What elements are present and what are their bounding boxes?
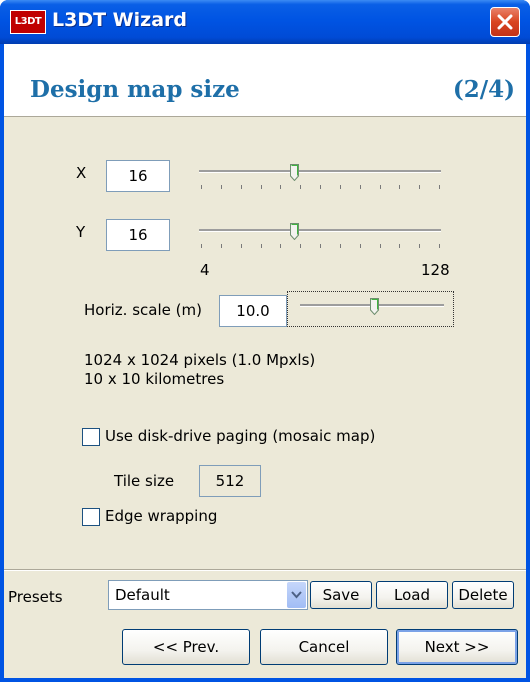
x-size-slider[interactable] — [199, 164, 441, 192]
paging-label[interactable]: Use disk-drive paging (mosaic map) — [105, 427, 375, 445]
slider-thumb[interactable] — [290, 223, 299, 240]
slider-tick — [380, 244, 381, 248]
distance-info: 10 x 10 kilometres — [84, 370, 225, 388]
slider-tick — [419, 244, 420, 248]
slider-tick — [280, 244, 281, 248]
slider-tick — [419, 185, 420, 189]
slider-track — [199, 170, 441, 173]
slider-tick — [221, 185, 222, 189]
slider-tick — [340, 185, 341, 189]
slider-tick — [320, 185, 321, 189]
slider-min-label: 4 — [200, 261, 210, 279]
slider-tick — [340, 244, 341, 248]
page-title: Design map size — [30, 76, 240, 103]
close-button[interactable] — [490, 7, 520, 37]
slider-tick — [201, 244, 202, 248]
slider-tick — [439, 244, 440, 248]
slider-tick — [380, 185, 381, 189]
tile-size-field: 512 — [199, 465, 261, 497]
dialog-client-area: Design map size (2/4) X 16 Y 16 4 128 Ho… — [4, 44, 526, 678]
next-button[interactable]: Next >> — [396, 629, 518, 665]
slider-thumb[interactable] — [290, 164, 299, 181]
horiz-scale-slider[interactable] — [300, 298, 444, 322]
slider-tick — [360, 185, 361, 189]
window-title: L3DT Wizard — [52, 9, 187, 31]
prev-button[interactable]: << Prev. — [122, 629, 250, 665]
step-indicator: (2/4) — [452, 76, 515, 103]
slider-tick — [399, 185, 400, 189]
presets-label: Presets — [8, 588, 63, 606]
wizard-header: Design map size (2/4) — [4, 44, 526, 117]
pixel-size-info: 1024 x 1024 pixels (1.0 Mpxls) — [84, 351, 316, 369]
x-label: X — [76, 164, 87, 182]
slider-track — [199, 229, 441, 232]
paging-checkbox[interactable] — [82, 428, 100, 446]
slider-tick — [221, 244, 222, 248]
slider-tick — [241, 185, 242, 189]
slider-tick — [399, 244, 400, 248]
horiz-scale-label: Horiz. scale (m) — [84, 301, 202, 319]
slider-thumb[interactable] — [370, 298, 379, 315]
delete-preset-button[interactable]: Delete — [452, 581, 514, 609]
presets-selected-value: Default — [115, 586, 170, 604]
slider-tick — [261, 244, 262, 248]
slider-tick — [261, 185, 262, 189]
edge-wrapping-checkbox[interactable] — [82, 508, 100, 526]
slider-tick — [201, 185, 202, 189]
slider-tick — [300, 185, 301, 189]
load-preset-button[interactable]: Load — [376, 581, 448, 609]
window-border-right — [526, 44, 530, 682]
save-preset-button[interactable]: Save — [310, 581, 372, 609]
presets-dropdown[interactable]: Default — [108, 580, 308, 610]
tile-size-label: Tile size — [114, 472, 175, 490]
panel-separator — [4, 569, 526, 571]
title-bar[interactable]: L3DT L3DT Wizard — [0, 0, 530, 44]
slider-tick — [280, 185, 281, 189]
y-label: Y — [76, 223, 86, 241]
slider-max-label: 128 — [421, 261, 450, 279]
y-size-input[interactable]: 16 — [106, 219, 170, 251]
slider-tick — [439, 185, 440, 189]
slider-tick — [300, 244, 301, 248]
slider-tick — [241, 244, 242, 248]
wizard-window: L3DT L3DT Wizard Design map size (2/4) X… — [0, 0, 530, 682]
window-border-bottom — [0, 678, 530, 682]
chevron-down-icon — [291, 591, 302, 599]
x-size-input[interactable]: 16 — [106, 160, 170, 192]
slider-tick — [320, 244, 321, 248]
settings-panel: X 16 Y 16 4 128 Horiz. scale (m) 10.0 10… — [4, 117, 526, 569]
close-icon — [497, 14, 513, 30]
dropdown-button[interactable] — [287, 582, 306, 608]
y-size-slider[interactable] — [199, 223, 441, 251]
cancel-button[interactable]: Cancel — [260, 629, 388, 665]
horiz-scale-input[interactable]: 10.0 — [219, 295, 287, 327]
slider-tick — [360, 244, 361, 248]
edge-wrapping-label[interactable]: Edge wrapping — [105, 507, 217, 525]
app-icon: L3DT — [10, 10, 46, 34]
